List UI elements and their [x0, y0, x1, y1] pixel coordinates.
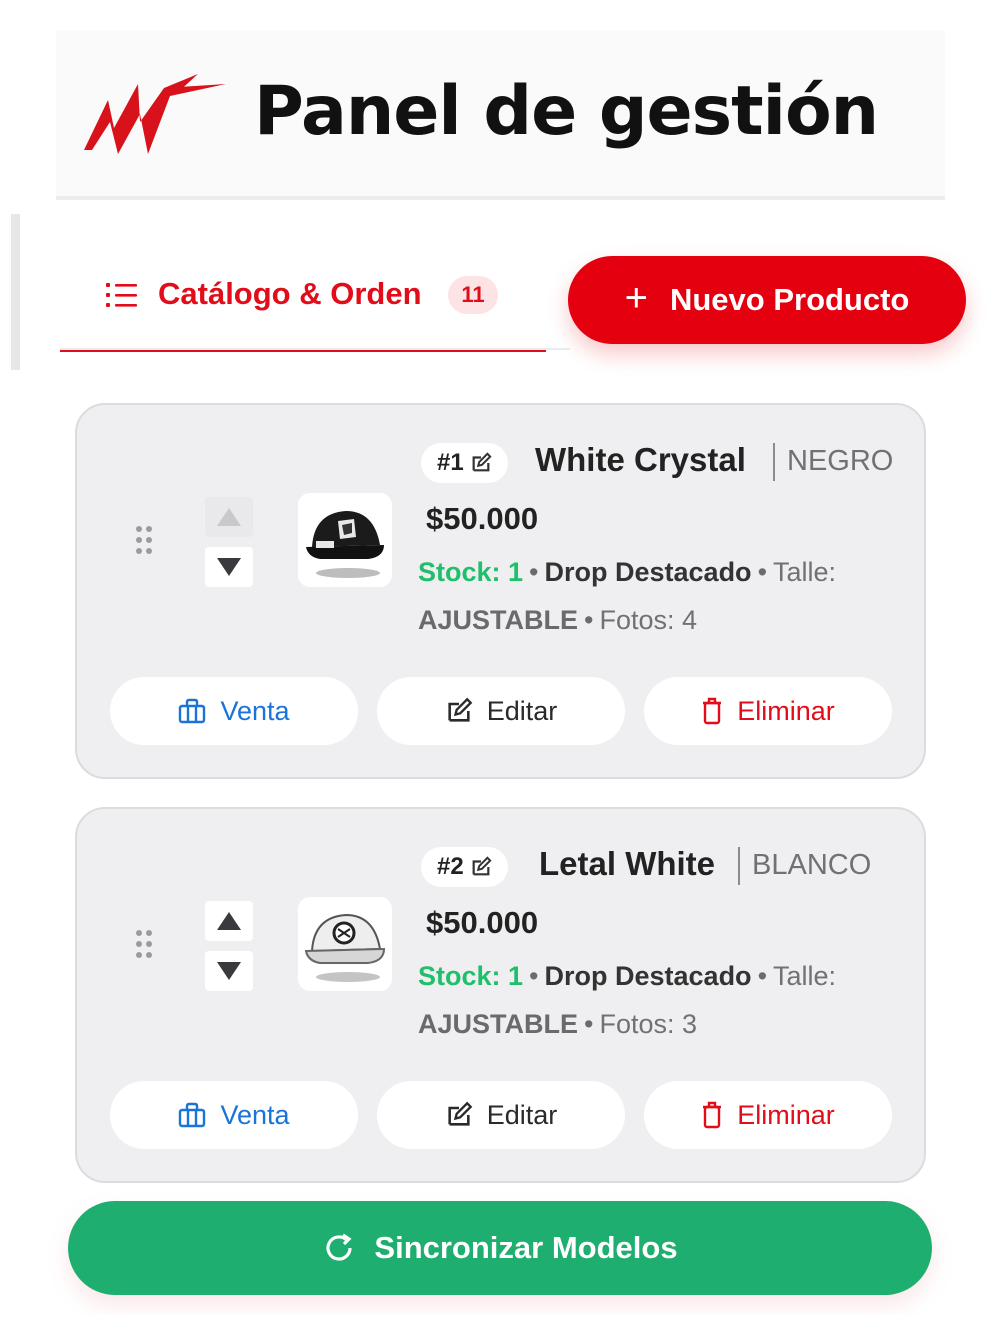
product-meta-2: AJUSTABLE • Fotos: 3 [418, 1009, 698, 1039]
product-thumbnail [298, 897, 392, 991]
order-number: #2 [437, 853, 464, 880]
order-number: #1 [437, 449, 464, 476]
stock-value: Stock: 1 [418, 557, 524, 587]
bottom-strip [0, 1315, 1001, 1335]
gift-icon [179, 1102, 206, 1128]
photos-count: Fotos: 3 [599, 1009, 698, 1039]
sale-button[interactable]: Venta [110, 677, 358, 745]
collection-value: Drop Destacado [544, 557, 752, 587]
list-icon [106, 283, 137, 307]
side-rail [11, 214, 20, 370]
product-color: NEGRO [787, 445, 894, 477]
edit-icon [472, 856, 492, 876]
plus-icon: + [624, 276, 648, 320]
black-cap-icon [306, 511, 384, 578]
size-value: AJUSTABLE [418, 605, 579, 635]
page-title: Panel de gestión [254, 72, 879, 151]
photos-count: Fotos: 4 [599, 605, 698, 635]
move-down-button[interactable] [205, 951, 253, 991]
product-meta-2: AJUSTABLE • Fotos: 4 [418, 605, 698, 635]
delete-label: Eliminar [737, 695, 835, 726]
product-meta: Stock: 1 • Drop Destacado • Talle: [418, 557, 837, 587]
product-meta: Stock: 1 • Drop Destacado • Talle: [418, 961, 837, 991]
stock-value: Stock: 1 [418, 961, 524, 991]
tab-track [60, 348, 570, 350]
product-price: $50.000 [426, 501, 539, 536]
edit-button[interactable]: Editar [377, 677, 625, 745]
product-card: #1 White Crystal NEGRO $50.000 Stock: 1 •… [75, 403, 926, 779]
product-name: White Crystal [535, 441, 746, 478]
edit-icon [448, 1101, 473, 1126]
brand-star-logo-icon [84, 74, 226, 154]
size-label: Talle: [773, 961, 837, 991]
tab-label: Catálogo & Orden [158, 276, 422, 311]
tab-count-badge: 11 [448, 276, 498, 314]
collection-value: Drop Destacado [544, 961, 752, 991]
edit-button[interactable]: Editar [377, 1081, 625, 1149]
triangle-up-icon [217, 508, 241, 526]
sync-models-button[interactable]: Sincronizar Modelos [68, 1201, 932, 1295]
product-card: #2 Letal White BLANCO $50.000 Stock: 1 • D… [75, 807, 926, 1183]
move-down-button[interactable] [205, 547, 253, 587]
header: Panel de gestión [56, 30, 945, 200]
size-value: AJUSTABLE [418, 1009, 579, 1039]
product-name: Letal White [539, 845, 716, 882]
gift-icon [179, 698, 206, 724]
new-product-label: Nuevo Producto [669, 282, 910, 317]
triangle-down-icon [217, 962, 241, 980]
edit-icon [472, 452, 492, 472]
move-up-button[interactable] [205, 497, 253, 537]
sync-models-label: Sincronizar Modelos [374, 1230, 678, 1265]
product-thumbnail [298, 493, 392, 587]
sale-label: Venta [220, 1099, 290, 1130]
order-number-badge[interactable]: #2 [421, 847, 508, 887]
trash-icon [703, 697, 722, 725]
edit-label: Editar [486, 1099, 558, 1130]
product-color: BLANCO [752, 849, 872, 881]
drag-handle-icon[interactable] [135, 525, 153, 555]
name-divider [738, 847, 740, 885]
edit-label: Editar [486, 695, 558, 726]
sale-button[interactable]: Venta [110, 1081, 358, 1149]
delete-label: Eliminar [737, 1099, 835, 1130]
refresh-icon [326, 1233, 353, 1261]
order-number-badge[interactable]: #1 [421, 443, 508, 483]
size-label: Talle: [773, 557, 837, 587]
move-up-button[interactable] [205, 901, 253, 941]
sale-label: Venta [220, 695, 290, 726]
delete-button[interactable]: Eliminar [644, 1081, 892, 1149]
delete-button[interactable]: Eliminar [644, 677, 892, 745]
tab-catalogo-orden[interactable]: Catálogo & Orden 11 [60, 260, 546, 352]
white-cap-icon [304, 913, 386, 982]
triangle-down-icon [217, 558, 241, 576]
name-divider [773, 443, 775, 481]
trash-icon [703, 1101, 722, 1129]
product-price: $50.000 [426, 905, 539, 940]
new-product-button[interactable]: + Nuevo Producto [568, 256, 966, 344]
drag-handle-icon[interactable] [135, 929, 153, 959]
edit-icon [448, 697, 473, 722]
triangle-up-icon [217, 912, 241, 930]
